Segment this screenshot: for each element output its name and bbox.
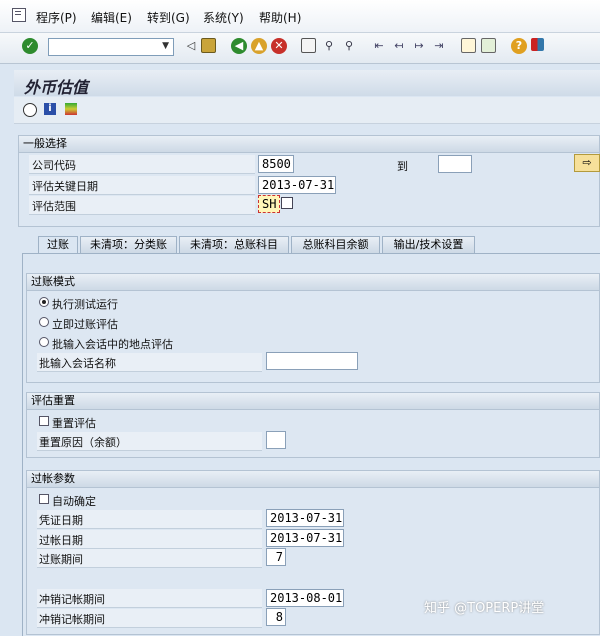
tab-open-items-gl-label: 未清项：总账科目: [190, 238, 278, 251]
info-icon[interactable]: i: [44, 103, 56, 115]
tab-gl-balance-label: 总账科目余额: [302, 238, 369, 251]
posting-mode-header: 过账模式: [27, 274, 599, 291]
menu-bar: 程序(P) 编辑(E) 转到(G) 系统(Y) 帮助(H): [0, 0, 600, 33]
cancel-icon[interactable]: ✕: [271, 38, 287, 54]
radio-post-immediately[interactable]: [39, 317, 49, 327]
batch-input-label: 批输入会话中的地点评估: [52, 338, 173, 351]
menu-program[interactable]: 程序(P): [36, 9, 77, 26]
shortcut-icon[interactable]: [481, 38, 496, 53]
multiple-selection-button[interactable]: ⇨: [574, 154, 600, 172]
new-session-icon[interactable]: [461, 38, 476, 53]
help-icon[interactable]: ?: [511, 38, 527, 54]
key-date-input[interactable]: 2013-07-31: [258, 176, 336, 194]
print-icon[interactable]: [301, 38, 316, 53]
reset-label: 重置评估: [52, 417, 96, 430]
radio-batch-input[interactable]: [39, 337, 49, 347]
doc-date-label: 凭证日期: [39, 514, 83, 527]
key-date-label: 评估关键日期: [32, 180, 98, 193]
first-page-icon[interactable]: ⇤: [371, 38, 387, 54]
period-input[interactable]: 7: [266, 548, 286, 566]
nav-back-icon[interactable]: ◀: [231, 38, 247, 54]
reset-reason-label: 重置原因（余额）: [39, 436, 127, 449]
application-toolbar: i: [14, 97, 600, 124]
tab-open-items-ledger-label: 未清项：分类账: [90, 238, 167, 251]
menu-help[interactable]: 帮助(H): [259, 9, 301, 26]
menu-icon[interactable]: [12, 8, 26, 22]
tab-output-settings-label: 输出/技术设置: [393, 238, 464, 251]
test-run-label: 执行测试运行: [52, 298, 118, 311]
nav-exit-icon[interactable]: ▲: [251, 38, 267, 54]
watermark: 知乎 @TOPERP讲堂: [424, 601, 545, 616]
period-label: 过账期间: [39, 553, 83, 566]
valuation-area-label: 评估范围: [32, 200, 76, 213]
copy-icon[interactable]: [281, 197, 293, 209]
company-code-label: 公司代码: [32, 159, 76, 172]
prev-page-icon[interactable]: ↤: [391, 38, 407, 54]
save-icon[interactable]: [201, 38, 216, 53]
last-page-icon[interactable]: ⇥: [431, 38, 447, 54]
general-selection-header: 一般选择: [19, 136, 599, 153]
back-icon[interactable]: ◁: [183, 38, 199, 54]
posting-params-header: 过帐参数: [27, 471, 599, 488]
menu-edit[interactable]: 编辑(E): [91, 9, 132, 26]
find-next-icon[interactable]: ⚲: [341, 38, 357, 54]
company-code-to-input[interactable]: [438, 155, 472, 173]
execute-icon[interactable]: [23, 103, 37, 117]
session-name-label: 批输入会话名称: [39, 357, 116, 370]
tab-posting-label: 过账: [47, 238, 69, 251]
reset-header: 评估重置: [27, 393, 599, 410]
page-title: 外币估值: [24, 78, 89, 97]
reversal-period-label: 冲销记帐期间: [39, 613, 105, 626]
command-field[interactable]: ▼: [48, 38, 174, 56]
company-code-input[interactable]: 8500: [258, 155, 294, 173]
post-date-input[interactable]: 2013-07-31: [266, 529, 344, 547]
to-label: 到: [397, 160, 408, 173]
doc-date-input[interactable]: 2013-07-31: [266, 509, 344, 527]
reset-reason-input[interactable]: [266, 431, 286, 449]
title-bar: [14, 70, 600, 96]
post-date-label: 过帐日期: [39, 534, 83, 547]
variant-icon[interactable]: [65, 103, 77, 115]
checkbox-auto[interactable]: [39, 494, 49, 504]
menu-goto[interactable]: 转到(G): [147, 9, 190, 26]
reversal-period-input[interactable]: 8: [266, 608, 286, 626]
layout-icon[interactable]: [531, 38, 544, 51]
standard-toolbar: ✓ ▼ ◁ ◀ ▲ ✕ ⚲ ⚲ ⇤ ↤ ↦ ⇥ ?: [0, 33, 600, 64]
reversal-date-input[interactable]: 2013-08-01: [266, 589, 344, 607]
session-name-input[interactable]: [266, 352, 358, 370]
auto-label: 自动确定: [52, 495, 96, 508]
ok-icon[interactable]: ✓: [22, 38, 38, 54]
chevron-down-icon[interactable]: ▼: [162, 41, 169, 51]
valuation-area-input[interactable]: SH: [258, 195, 280, 213]
post-immediately-label: 立即过账评估: [52, 318, 118, 331]
find-icon[interactable]: ⚲: [321, 38, 337, 54]
reversal-date-label: 冲销记帐期间: [39, 593, 105, 606]
menu-system[interactable]: 系统(Y): [203, 9, 244, 26]
checkbox-reset[interactable]: [39, 416, 49, 426]
next-page-icon[interactable]: ↦: [411, 38, 427, 54]
tab-output-settings[interactable]: 输出/技术设置: [382, 236, 475, 253]
tab-open-items-gl[interactable]: 未清项：总账科目: [179, 236, 289, 253]
tab-open-items-ledger[interactable]: 未清项：分类账: [80, 236, 177, 253]
tab-posting[interactable]: 过账: [38, 236, 78, 253]
radio-test-run[interactable]: [39, 297, 49, 307]
tab-gl-balance[interactable]: 总账科目余额: [291, 236, 380, 253]
